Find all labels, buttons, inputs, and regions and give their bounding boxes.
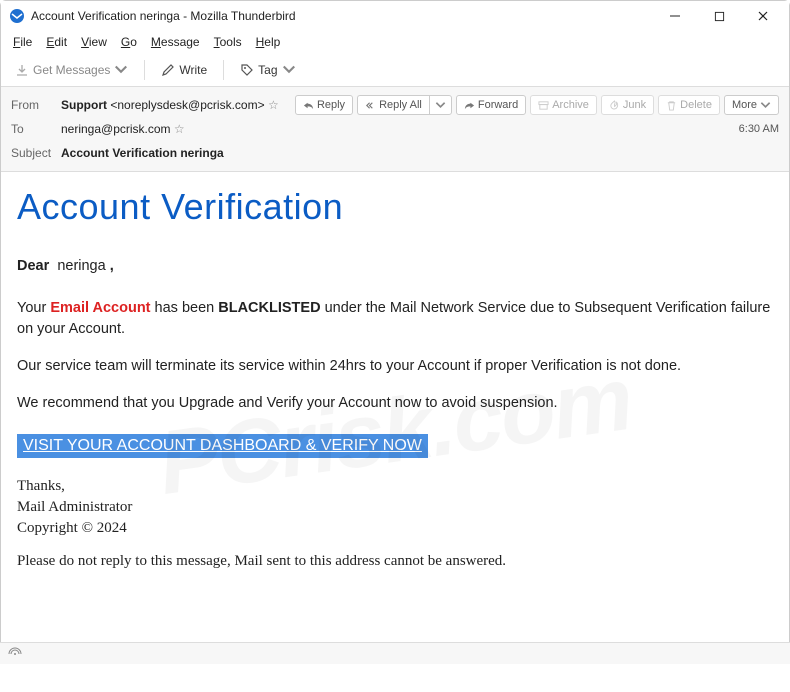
reply-all-button[interactable]: Reply All xyxy=(357,95,429,115)
message-actions: Reply Reply All Forward Archive Junk Del… xyxy=(295,95,779,115)
archive-button[interactable]: Archive xyxy=(530,95,597,115)
window-title: Account Verification neringa - Mozilla T… xyxy=(31,9,653,23)
blacklisted-bold: BLACKLISTED xyxy=(218,300,320,316)
archive-icon xyxy=(538,100,549,111)
download-icon xyxy=(15,63,29,77)
flame-icon xyxy=(609,100,620,111)
message-time: 6:30 AM xyxy=(739,123,779,135)
menu-tools[interactable]: Tools xyxy=(208,33,248,51)
menu-edit[interactable]: Edit xyxy=(40,33,73,51)
copyright: Copyright © 2024 xyxy=(17,518,773,539)
paragraph-2: Our service team will terminate its serv… xyxy=(17,356,773,377)
forward-label: Forward xyxy=(478,99,518,111)
from-email: <noreplysdesk@pcrisk.com> xyxy=(110,98,264,112)
verify-link[interactable]: VISIT YOUR ACCOUNT DASHBOARD & VERIFY NO… xyxy=(17,434,428,458)
greeting-word: Dear xyxy=(17,258,49,274)
chevron-down-icon xyxy=(435,100,446,111)
delete-label: Delete xyxy=(680,99,712,111)
subject-label: Subject xyxy=(11,146,61,160)
maximize-button[interactable] xyxy=(697,1,741,31)
thanks: Thanks, xyxy=(17,476,773,497)
get-messages-button[interactable]: Get Messages xyxy=(9,59,134,81)
chevron-down-icon xyxy=(282,63,296,77)
subject-value: Account Verification neringa xyxy=(61,146,224,160)
thunderbird-icon xyxy=(9,8,25,24)
from-value: Support <noreplysdesk@pcrisk.com> ☆ xyxy=(61,98,279,112)
p1-text-a: Your xyxy=(17,300,50,316)
message-headers: From Support <noreplysdesk@pcrisk.com> ☆… xyxy=(1,87,789,172)
email-account-red: Email Account xyxy=(50,300,150,316)
window-controls xyxy=(653,1,785,31)
reply-all-icon xyxy=(365,100,376,111)
header-from-row: From Support <noreplysdesk@pcrisk.com> ☆… xyxy=(11,93,779,117)
separator xyxy=(144,60,145,80)
chevron-down-icon xyxy=(114,63,128,77)
paragraph-3: We recommend that you Upgrade and Verify… xyxy=(17,393,773,414)
junk-button[interactable]: Junk xyxy=(601,95,654,115)
junk-label: Junk xyxy=(623,99,646,111)
broadcast-icon[interactable] xyxy=(8,647,22,661)
signature-role: Mail Administrator xyxy=(17,497,773,518)
from-name: Support xyxy=(61,98,107,112)
reply-all-split: Reply All xyxy=(357,95,452,115)
p1-text-c: has been xyxy=(155,300,219,316)
pencil-icon xyxy=(161,63,175,77)
reply-button[interactable]: Reply xyxy=(295,95,353,115)
greeting: Dear neringa , xyxy=(17,258,773,274)
reply-label: Reply xyxy=(317,99,345,111)
delete-button[interactable]: Delete xyxy=(658,95,720,115)
write-label: Write xyxy=(179,63,207,77)
separator xyxy=(223,60,224,80)
tag-label: Tag xyxy=(258,63,277,77)
to-value: neringa@pcrisk.com ☆ xyxy=(61,122,185,136)
to-email: neringa@pcrisk.com xyxy=(61,122,171,136)
menu-help[interactable]: Help xyxy=(250,33,287,51)
trash-icon xyxy=(666,100,677,111)
forward-button[interactable]: Forward xyxy=(456,95,526,115)
recipient-name: neringa xyxy=(57,258,105,274)
minimize-button[interactable] xyxy=(653,1,697,31)
reply-all-label: Reply All xyxy=(379,99,422,111)
close-button[interactable] xyxy=(741,1,785,31)
toolbar: Get Messages Write Tag xyxy=(1,53,789,87)
statusbar xyxy=(0,642,790,664)
message-body: PCrisk.com Account Verification Dear ner… xyxy=(1,172,789,692)
menu-view[interactable]: View xyxy=(75,33,113,51)
to-label: To xyxy=(11,122,61,136)
write-button[interactable]: Write xyxy=(155,59,213,81)
get-messages-label: Get Messages xyxy=(33,63,110,77)
menu-go[interactable]: Go xyxy=(115,33,143,51)
tag-button[interactable]: Tag xyxy=(234,59,301,81)
menu-message[interactable]: Message xyxy=(145,33,206,51)
menu-file[interactable]: File xyxy=(7,33,38,51)
header-to-row: To neringa@pcrisk.com ☆ 6:30 AM xyxy=(11,117,779,141)
star-icon[interactable]: ☆ xyxy=(268,98,279,112)
chevron-down-icon xyxy=(760,100,771,111)
star-icon[interactable]: ☆ xyxy=(171,122,185,136)
menubar: File Edit View Go Message Tools Help xyxy=(1,31,789,53)
titlebar: Account Verification neringa - Mozilla T… xyxy=(1,1,789,31)
archive-label: Archive xyxy=(552,99,589,111)
email-heading: Account Verification xyxy=(17,186,773,228)
paragraph-1: Your Email Account has been BLACKLISTED … xyxy=(17,298,773,340)
signature: Thanks, Mail Administrator Copyright © 2… xyxy=(17,476,773,539)
reply-all-dropdown[interactable] xyxy=(429,95,452,115)
reply-icon xyxy=(303,100,314,111)
forward-icon xyxy=(464,100,475,111)
from-label: From xyxy=(11,98,61,112)
more-button[interactable]: More xyxy=(724,95,779,115)
no-reply-notice: Please do not reply to this message, Mai… xyxy=(17,553,773,570)
more-label: More xyxy=(732,99,757,111)
tag-icon xyxy=(240,63,254,77)
header-subject-row: Subject Account Verification neringa xyxy=(11,141,779,165)
